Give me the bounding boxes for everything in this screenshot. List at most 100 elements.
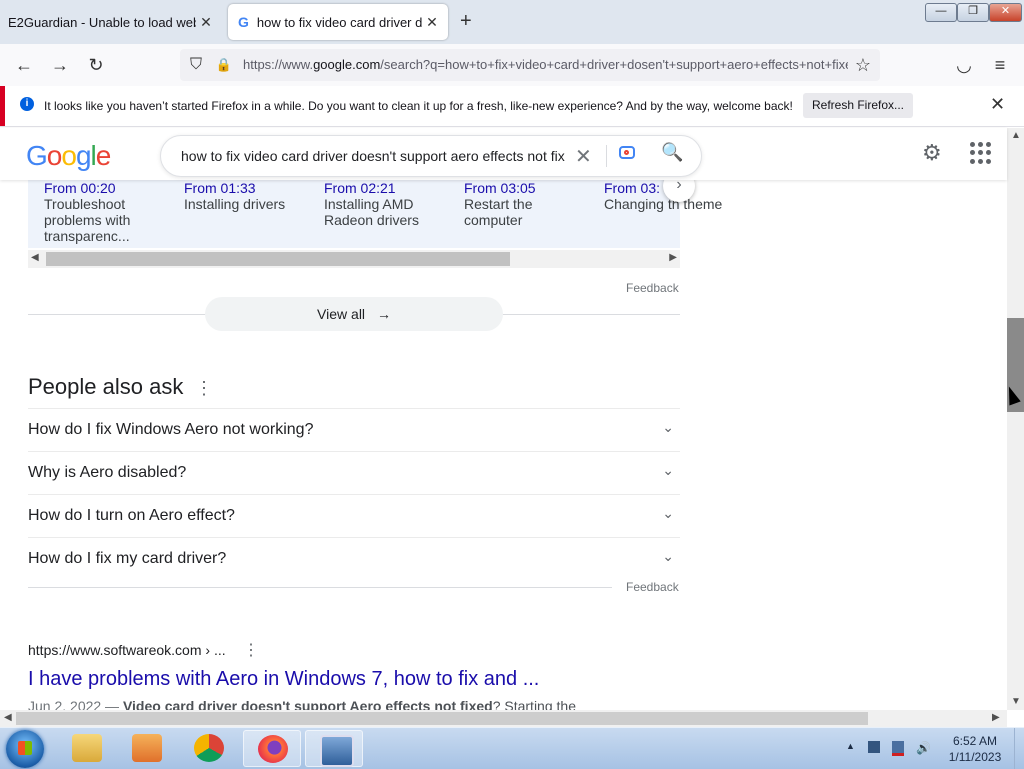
tab-e2guardian[interactable]: E2Guardian - Unable to load website ✕ <box>0 4 222 40</box>
question-item[interactable]: Why is Aero disabled? ⌄ <box>28 451 680 494</box>
notification-accent <box>0 86 5 126</box>
key-moment[interactable]: From 02:21 Installing AMD Radeon drivers <box>324 180 454 228</box>
taskbar-explorer[interactable] <box>58 730 116 767</box>
moment-time: From 01:33 <box>184 180 256 196</box>
search-input[interactable]: how to fix video card driver doesn't sup… <box>181 148 565 164</box>
show-desktop-button[interactable] <box>1014 728 1024 769</box>
chevron-down-icon[interactable]: ⌄ <box>662 505 674 522</box>
back-icon[interactable]: ← <box>12 53 36 77</box>
google-favicon-icon: G <box>238 14 249 30</box>
question-text: Why is Aero disabled? <box>28 464 187 481</box>
search-icon[interactable]: 🔍 <box>661 142 683 163</box>
feedback-link[interactable]: Feedback <box>626 281 679 295</box>
key-moment[interactable]: From 00:20 Troubleshoot problems with tra… <box>44 180 174 244</box>
clear-icon[interactable]: ✕ <box>575 144 592 169</box>
chevron-down-icon[interactable]: ⌄ <box>662 462 674 479</box>
moments-scrollbar[interactable]: ◀ ▶ <box>28 250 680 268</box>
scroll-left-icon[interactable]: ◀ <box>4 712 12 723</box>
key-moment[interactable]: From 03:05 Restart the computer <box>464 180 594 228</box>
close-icon[interactable]: ✕ <box>990 94 1005 115</box>
scroll-down-icon[interactable]: ▼ <box>1011 696 1021 707</box>
moment-time: From 03:05 <box>464 180 536 196</box>
window-icon <box>320 735 354 767</box>
divider <box>28 587 612 588</box>
vertical-scrollbar[interactable]: ▲ ▼ <box>1007 128 1024 710</box>
tab-title: E2Guardian - Unable to load website <box>8 14 196 30</box>
refresh-firefox-button[interactable]: Refresh Firefox... <box>803 93 913 118</box>
scroll-left-icon[interactable]: ◀ <box>31 252 39 263</box>
maximize-button[interactable]: ❐ <box>957 3 989 22</box>
apps-grid-icon[interactable] <box>970 142 992 164</box>
taskbar-window[interactable] <box>305 730 363 767</box>
lock-icon[interactable]: 🔒 <box>212 53 236 77</box>
result-url[interactable]: https://www.softwareok.com › ... <box>28 642 226 658</box>
chevron-down-icon[interactable]: ⌄ <box>662 548 674 565</box>
shield-icon[interactable]: ⛉ <box>184 53 208 77</box>
start-button[interactable] <box>6 730 44 768</box>
scroll-up-icon[interactable]: ▲ <box>1011 130 1021 141</box>
tab-close-icon[interactable]: ✕ <box>196 14 216 31</box>
logo-letter: g <box>75 140 92 171</box>
volume-icon[interactable]: 🔊 <box>916 741 931 755</box>
horizontal-scrollbar[interactable]: ◀ ▶ <box>0 710 1007 727</box>
people-also-ask-title: People also ask <box>28 374 184 399</box>
logo-letter: G <box>26 140 48 171</box>
tab-strip: E2Guardian - Unable to load website ✕ G … <box>0 0 1024 44</box>
camera-icon[interactable] <box>619 146 635 159</box>
tab-title: how to fix video card driver doesn't sup… <box>256 14 422 30</box>
moments-scroll-thumb[interactable] <box>46 252 510 266</box>
moment-description: Troubleshoot problems with transparenc..… <box>44 196 131 244</box>
question-text: How do I turn on Aero effect? <box>28 507 235 524</box>
view-all-button[interactable]: View all → <box>205 297 503 331</box>
feedback-link[interactable]: Feedback <box>626 580 679 594</box>
question-item[interactable]: How do I fix Windows Aero not working? ⌄ <box>28 408 680 451</box>
taskbar-chrome[interactable] <box>180 730 238 767</box>
search-box[interactable]: how to fix video card driver doesn't sup… <box>160 135 702 177</box>
arrow-right-icon: → <box>376 306 391 322</box>
result-title-link[interactable]: I have problems with Aero in Windows 7, … <box>28 668 539 691</box>
forward-icon[interactable]: → <box>48 53 72 77</box>
chevron-down-icon[interactable]: ⌄ <box>662 419 674 436</box>
navigation-bar: ← → ↻ ⛉ 🔒 https://www.google.com/search?… <box>0 44 1024 87</box>
folder-icon <box>72 734 102 762</box>
chrome-icon <box>194 734 224 762</box>
moment-time: From 00:20 <box>44 180 116 196</box>
menu-icon[interactable]: ≡ <box>988 53 1012 77</box>
settings-icon[interactable]: ⚙ <box>922 140 942 166</box>
pocket-icon[interactable]: ◡ <box>952 53 976 77</box>
tray-expand-icon[interactable]: ▲ <box>846 741 860 755</box>
network-icon[interactable] <box>892 741 904 756</box>
scroll-right-icon[interactable]: ▶ <box>669 252 677 263</box>
new-tab-button[interactable]: + <box>460 10 472 33</box>
bookmark-star-icon[interactable]: ☆ <box>851 53 875 77</box>
tab-close-icon[interactable]: ✕ <box>422 14 442 31</box>
tab-google-search[interactable]: G how to fix video card driver doesn't s… <box>228 4 448 40</box>
question-item[interactable]: How do I turn on Aero effect? ⌄ <box>28 494 680 537</box>
result-snippet: Jun 2, 2022 — Video card driver doesn't … <box>28 698 576 710</box>
key-moment[interactable]: From 01:33 Installing drivers <box>184 180 314 212</box>
search-results: From 00:20 Troubleshoot problems with tra… <box>0 180 1007 710</box>
search-divider <box>606 145 607 167</box>
minimize-button[interactable]: — <box>925 3 957 22</box>
more-options-icon[interactable]: ⋮ <box>195 378 213 399</box>
question-item[interactable]: How do I fix my card driver? ⌄ <box>28 537 680 580</box>
url-text[interactable]: https://www.google.com/search?q=how+to+f… <box>243 57 848 72</box>
action-center-icon[interactable] <box>868 741 880 753</box>
more-options-icon[interactable]: ⋮ <box>243 640 259 660</box>
moment-description: Installing drivers <box>184 196 286 212</box>
question-text: How do I fix Windows Aero not working? <box>28 421 314 438</box>
taskbar-firefox[interactable] <box>243 730 301 767</box>
moment-description: Installing AMD Radeon drivers <box>324 196 419 228</box>
google-logo[interactable]: Google <box>26 140 111 172</box>
clock[interactable]: 6:52 AM 1/11/2023 <box>940 733 1010 765</box>
reload-icon[interactable]: ↻ <box>84 53 108 77</box>
firefox-icon <box>258 735 288 763</box>
scroll-right-icon[interactable]: ▶ <box>992 712 1000 723</box>
horizontal-scroll-thumb[interactable] <box>16 712 868 725</box>
logo-letter: o <box>61 140 77 171</box>
taskbar-media-player[interactable] <box>118 730 176 767</box>
url-bar[interactable]: ⛉ 🔒 https://www.google.com/search?q=how+… <box>180 49 880 81</box>
moment-time: From 02:21 <box>324 180 396 196</box>
window-close-button[interactable]: ✕ <box>989 3 1022 22</box>
question-text: How do I fix my card driver? <box>28 550 227 567</box>
